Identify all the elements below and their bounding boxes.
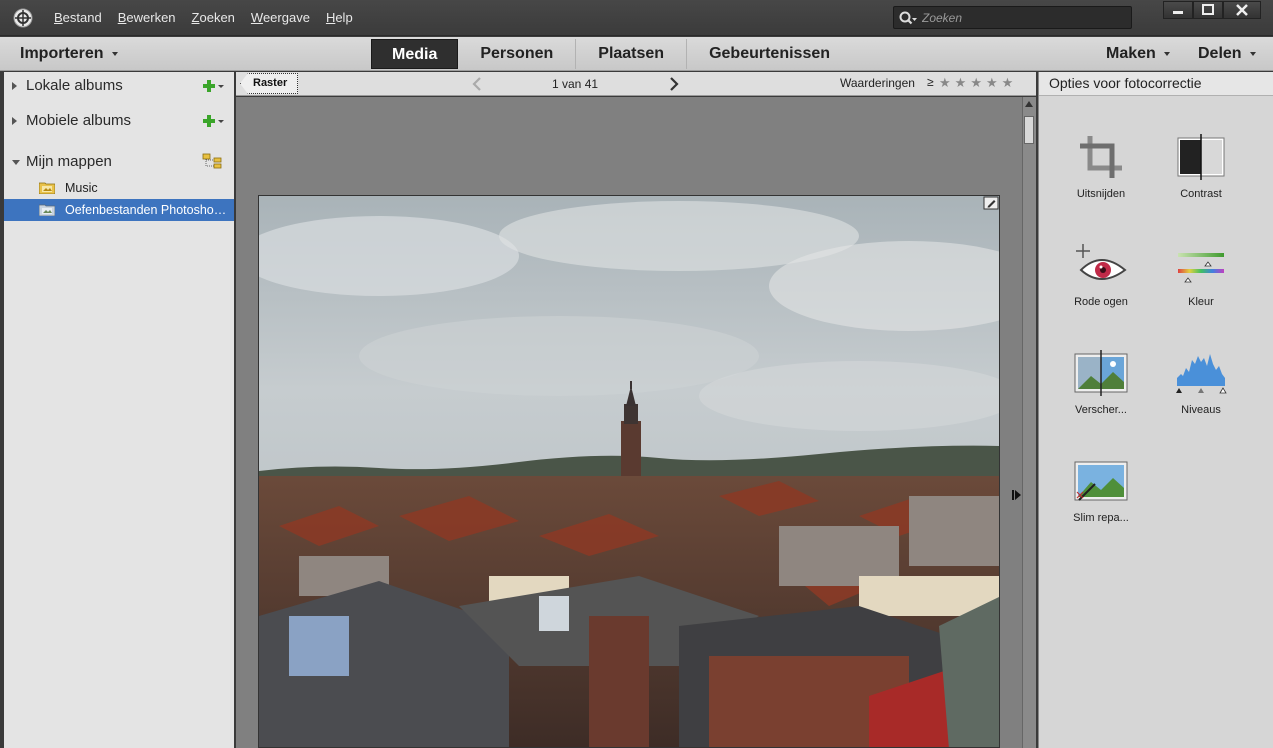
- share-label: Delen: [1198, 45, 1242, 62]
- next-icon[interactable]: [668, 76, 680, 92]
- previous-icon[interactable]: [471, 76, 483, 92]
- city-photo: [259, 196, 999, 747]
- create-label: Maken: [1106, 45, 1156, 62]
- star-icon[interactable]: ★: [986, 75, 998, 91]
- local-albums-label: Lokale albums: [26, 77, 123, 94]
- ratings-label: Waarderingen: [840, 76, 915, 90]
- sharpen-icon: [1074, 350, 1128, 396]
- close-icon: [1236, 4, 1248, 16]
- levels-icon: [1176, 354, 1227, 394]
- tool-levels[interactable]: Niveaus: [1151, 348, 1251, 438]
- expand-icon[interactable]: [12, 117, 17, 125]
- folder-icon: [39, 204, 55, 216]
- contrast-icon: [1177, 134, 1225, 180]
- tab-media[interactable]: Media: [371, 39, 459, 69]
- chevron-down-icon: [111, 51, 118, 56]
- rating-stars: ★ ★ ★ ★ ★: [939, 75, 1013, 91]
- search-input[interactable]: [922, 9, 1122, 27]
- local-albums-header[interactable]: Lokale albums: [4, 72, 234, 100]
- photo-preview[interactable]: [258, 195, 1000, 748]
- scroll-thumb[interactable]: [1024, 116, 1034, 144]
- chevron-down-icon: [1249, 51, 1256, 56]
- ratings-operator[interactable]: ≥: [927, 75, 934, 89]
- collapse-icon[interactable]: [12, 160, 20, 165]
- add-mobile-album-icon[interactable]: [202, 113, 226, 129]
- chevron-down-icon: [1163, 51, 1170, 56]
- folder-icon: [39, 182, 55, 194]
- my-folders-header[interactable]: Mijn mappen: [4, 148, 234, 176]
- menu-zoeken[interactable]: Zoeken: [192, 10, 235, 25]
- tool-sharpen[interactable]: Verscher...: [1051, 348, 1151, 438]
- app-logo-icon[interactable]: [12, 7, 34, 29]
- import-label: Importeren: [20, 45, 104, 62]
- tool-contrast[interactable]: Contrast: [1151, 132, 1251, 222]
- search-icon[interactable]: [898, 10, 918, 26]
- menu-bewerken[interactable]: Bewerken: [118, 10, 176, 25]
- minimize-icon: [1173, 11, 1183, 14]
- folder-item-music[interactable]: Music: [4, 177, 234, 199]
- grid-button[interactable]: Raster: [240, 73, 299, 94]
- tab-gebeurtenissen[interactable]: Gebeurtenissen: [687, 39, 852, 69]
- panel-toggle-icon[interactable]: [1012, 489, 1022, 501]
- albums-panel: Lokale albums Mobiele albums Mijn mappen: [4, 72, 234, 748]
- maximize-button[interactable]: [1193, 1, 1223, 19]
- media-tabs: Media Personen Plaatsen Gebeurtenissen: [371, 39, 852, 69]
- crop-icon: [1080, 136, 1122, 178]
- viewer-toolbar: Raster 1 van 41 Waarderingen ≥ ★ ★ ★ ★ ★: [236, 72, 1036, 96]
- red-eye-icon: [1076, 244, 1127, 280]
- menu-weergave[interactable]: Weergave: [251, 10, 310, 25]
- tool-label: Contrast: [1180, 188, 1222, 200]
- color-icon: [1178, 253, 1224, 283]
- tool-crop[interactable]: Uitsnijden: [1051, 132, 1151, 222]
- tool-label: Verscher...: [1075, 404, 1127, 416]
- folder-label: Music: [65, 181, 98, 195]
- star-icon[interactable]: ★: [1002, 75, 1014, 91]
- expand-icon[interactable]: [12, 82, 17, 90]
- tool-red-eye[interactable]: Rode ogen: [1051, 240, 1151, 330]
- mode-tab-bar: Importeren Media Personen Plaatsen Gebeu…: [0, 37, 1273, 71]
- main-menu: Bestand Bewerken Zoeken Weergave Help: [54, 10, 353, 25]
- folder-label: Oefenbestanden Photoshop Elements: [65, 203, 231, 217]
- create-button[interactable]: Maken: [1106, 45, 1170, 63]
- star-icon[interactable]: ★: [939, 75, 951, 91]
- star-icon[interactable]: ★: [955, 75, 967, 91]
- smart-fix-icon: [1074, 461, 1128, 501]
- add-album-icon[interactable]: [202, 78, 226, 94]
- menu-bar: Bestand Bewerken Zoeken Weergave Help: [0, 0, 1273, 36]
- tool-label: Niveaus: [1181, 404, 1221, 416]
- app-window: Bestand Bewerken Zoeken Weergave Help Im…: [0, 0, 1273, 748]
- mobile-albums-label: Mobiele albums: [26, 112, 132, 129]
- tab-plaatsen[interactable]: Plaatsen: [576, 39, 688, 69]
- panel-title-bar: Opties voor fotocorrectie: [1039, 72, 1273, 96]
- mobile-albums-header[interactable]: Mobiele albums: [4, 107, 234, 135]
- panel-title: Opties voor fotocorrectie: [1049, 75, 1202, 91]
- tool-label: Uitsnijden: [1076, 188, 1126, 200]
- tool-label: Kleur: [1188, 296, 1214, 308]
- maximize-icon: [1202, 4, 1214, 15]
- tab-personen[interactable]: Personen: [458, 39, 577, 69]
- tool-label: Slim repa...: [1073, 512, 1129, 524]
- my-folders-label: Mijn mappen: [26, 153, 112, 170]
- menu-bestand[interactable]: Bestand: [54, 10, 102, 25]
- scroll-up-icon[interactable]: [1024, 99, 1034, 109]
- close-button[interactable]: [1223, 1, 1261, 19]
- tool-smart-fix[interactable]: Slim repa...: [1051, 456, 1151, 546]
- edit-icon[interactable]: [983, 196, 999, 210]
- search-box: [893, 6, 1132, 29]
- share-button[interactable]: Delen: [1198, 45, 1256, 63]
- photo-fix-panel: Opties voor fotocorrectie Uitsnijden Con…: [1038, 72, 1273, 748]
- folder-item-oefenbestanden[interactable]: Oefenbestanden Photoshop Elements: [4, 199, 234, 221]
- minimize-button[interactable]: [1163, 1, 1193, 19]
- viewer-scrollbar[interactable]: [1022, 97, 1036, 748]
- folder-tree-icon[interactable]: [202, 153, 226, 169]
- menu-help[interactable]: Help: [326, 10, 353, 25]
- page-counter: 1 van 41: [552, 77, 599, 91]
- star-icon[interactable]: ★: [970, 75, 982, 91]
- tool-label: Rode ogen: [1074, 296, 1128, 308]
- import-button[interactable]: Importeren: [20, 45, 118, 63]
- tool-color[interactable]: Kleur: [1151, 240, 1251, 330]
